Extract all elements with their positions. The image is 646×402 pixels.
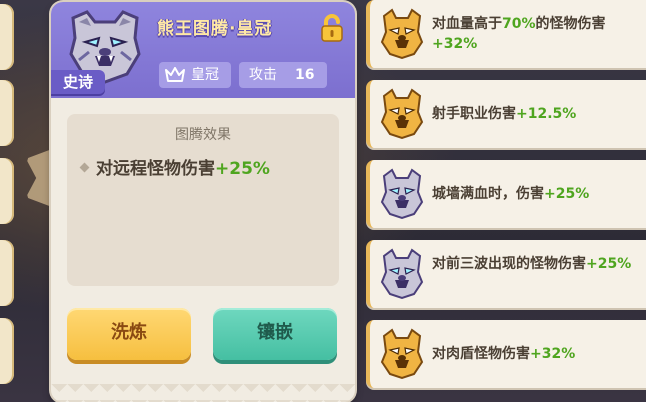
totem-type-label: 皇冠 [191, 67, 219, 83]
inlay-button[interactable]: 镶嵌 [213, 308, 337, 360]
list-item-text-part: 对肉盾怪物伤害 [432, 346, 530, 362]
background-card-edge [0, 240, 14, 306]
list-item-bonus: +12.5% [516, 106, 577, 122]
list-item-text: 对前三波出现的怪物伤害+25% [432, 254, 642, 274]
list-item-text: 对血量高于70%的怪物伤害 +32% [432, 14, 642, 54]
effect-title: 图腾效果 [175, 127, 231, 143]
rarity-badge: 史诗 [51, 70, 105, 94]
panel-header: 史诗 熊王图腾·皇冠 皇冠 攻击 16 [51, 2, 355, 98]
list-item-bonus: +25% [544, 186, 590, 202]
totem-title: 熊王图腾·皇冠 [157, 19, 273, 39]
bullet-diamond-icon [79, 162, 90, 173]
background-card-edge [0, 158, 14, 224]
totem-list-item[interactable]: 对肉盾怪物伤害+32% [366, 320, 646, 388]
list-item-text-part: 城墙满血时，伤害 [432, 186, 544, 202]
effect-text: 对远程怪物伤害 [96, 159, 215, 179]
golden-bear-icon [380, 328, 424, 380]
totem-list-item[interactable]: 对前三波出现的怪物伤害+25% [366, 240, 646, 308]
effect-line: 对远程怪物伤害+25% [79, 154, 270, 179]
totem-effect-box: 图腾效果 对远程怪物伤害+25% [67, 114, 339, 286]
silver-bear-icon [380, 168, 424, 220]
golden-bear-icon [380, 88, 424, 140]
background-card-edge [0, 4, 14, 70]
totem-detail-panel: 史诗 熊王图腾·皇冠 皇冠 攻击 16 图腾效果 对远程怪物伤害+25% 洗炼 … [51, 2, 355, 402]
list-item-text: 城墙满血时，伤害+25% [432, 184, 642, 204]
list-item-bonus: +32% [530, 346, 576, 362]
list-item-text-part: 的怪物伤害 [535, 16, 606, 32]
effect-bonus: +25% [215, 159, 270, 179]
totem-list-item[interactable]: 对血量高于70%的怪物伤害 +32% [366, 0, 646, 68]
totem-type-chip: 皇冠 [159, 62, 231, 88]
list-item-bonus: +25% [586, 256, 632, 272]
totem-list-item[interactable]: 城墙满血时，伤害+25% [366, 160, 646, 228]
crown-icon [165, 67, 185, 82]
totem-list-item[interactable]: 射手职业伤害+12.5% [366, 80, 646, 148]
background-card-edge [0, 318, 14, 384]
list-item-text: 对肉盾怪物伤害+32% [432, 344, 642, 364]
background-card-edge [0, 80, 14, 146]
panel-bottom-edge [51, 384, 355, 402]
list-item-text-part: 对前三波出现的怪物伤害 [432, 256, 586, 272]
refine-button[interactable]: 洗炼 [67, 308, 191, 360]
list-item-text-part: 对血量高于 [432, 16, 502, 32]
list-item-highlight: 70% [502, 16, 536, 32]
attack-stat-chip: 攻击 16 [239, 62, 327, 88]
attack-label: 攻击 [249, 67, 277, 83]
list-item-bonus: +32% [432, 36, 478, 52]
list-item-text-part: 射手职业伤害 [432, 106, 516, 122]
unlock-icon[interactable] [319, 14, 345, 42]
attack-value: 16 [295, 67, 315, 83]
silver-bear-icon [380, 248, 424, 300]
golden-bear-icon [380, 8, 424, 60]
list-item-text: 射手职业伤害+12.5% [432, 104, 642, 124]
